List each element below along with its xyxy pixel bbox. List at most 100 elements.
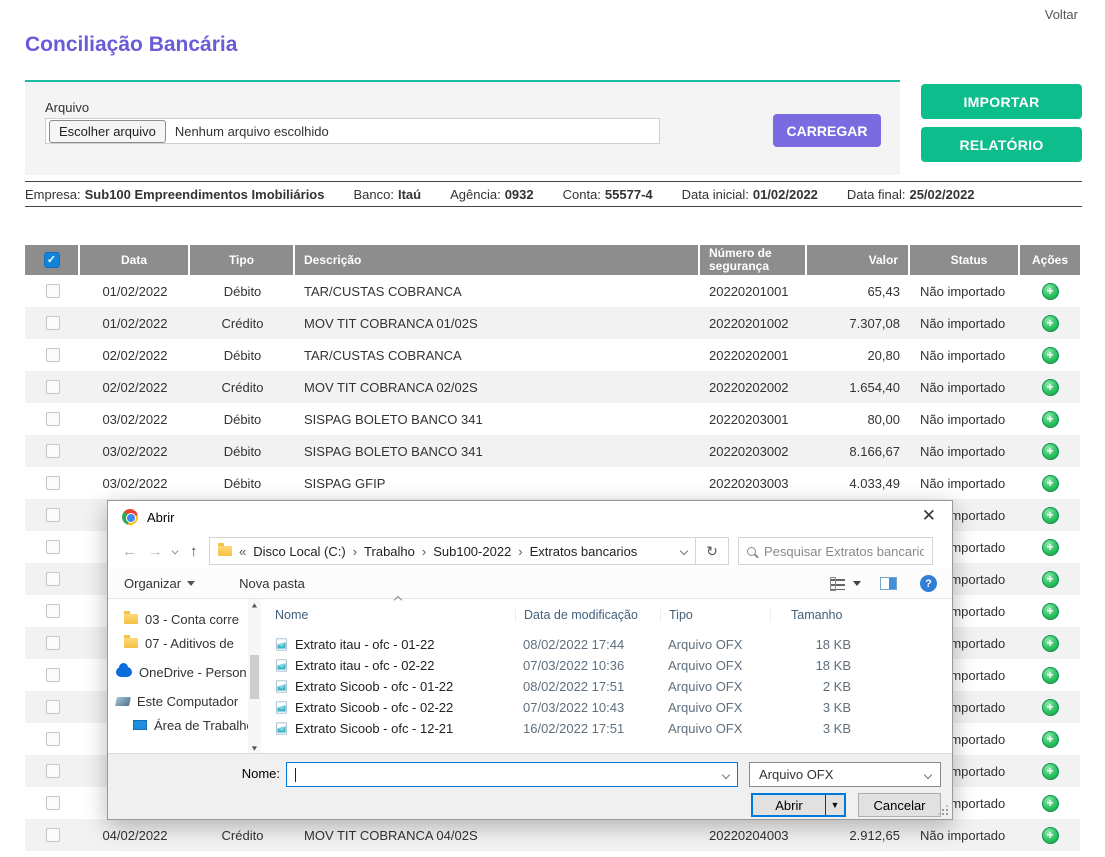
import-row-plus-icon[interactable] bbox=[1042, 603, 1059, 620]
breadcrumb-dropdown-chevron-icon[interactable] bbox=[680, 547, 688, 555]
row-checkbox[interactable] bbox=[46, 604, 60, 618]
back-link[interactable]: Voltar bbox=[1045, 7, 1078, 22]
import-row-plus-icon[interactable] bbox=[1042, 507, 1059, 524]
sidebar-item-onedrive[interactable]: OneDrive - Person bbox=[108, 660, 248, 684]
file-row[interactable]: Extrato Sicoob - ofc - 01-22 08/02/2022 … bbox=[275, 676, 952, 697]
import-row-plus-icon[interactable] bbox=[1042, 283, 1059, 300]
import-row-plus-icon[interactable] bbox=[1042, 379, 1059, 396]
relatorio-button[interactable]: RELATÓRIO bbox=[921, 127, 1082, 162]
search-icon bbox=[747, 547, 756, 556]
scrollbar-thumb[interactable] bbox=[250, 655, 259, 699]
cell-tipo: Débito bbox=[190, 275, 295, 307]
import-row-plus-icon[interactable] bbox=[1042, 571, 1059, 588]
ofx-file-icon bbox=[275, 638, 288, 651]
import-row-plus-icon[interactable] bbox=[1042, 411, 1059, 428]
row-checkbox[interactable] bbox=[46, 668, 60, 682]
sidebar-item-este-computador[interactable]: Este Computador bbox=[108, 689, 248, 713]
breadcrumb[interactable]: « Disco Local (C:) › Trabalho › Sub100-2… bbox=[209, 537, 696, 565]
help-icon[interactable]: ? bbox=[920, 575, 937, 592]
import-row-plus-icon[interactable] bbox=[1042, 539, 1059, 556]
select-all-checkbox[interactable]: ✓ bbox=[44, 252, 60, 268]
carregar-button[interactable]: CARREGAR bbox=[773, 114, 881, 147]
filename-input[interactable] bbox=[286, 762, 738, 787]
import-row-plus-icon[interactable] bbox=[1042, 795, 1059, 812]
refresh-button[interactable]: ↻ bbox=[696, 537, 729, 565]
breadcrumb-segment-disco-local[interactable]: Disco Local (C:) bbox=[253, 544, 345, 559]
row-checkbox[interactable] bbox=[46, 540, 60, 554]
row-checkbox[interactable] bbox=[46, 764, 60, 778]
import-row-plus-icon[interactable] bbox=[1042, 763, 1059, 780]
search-box[interactable] bbox=[738, 537, 933, 565]
import-row-plus-icon[interactable] bbox=[1042, 347, 1059, 364]
import-row-plus-icon[interactable] bbox=[1042, 443, 1059, 460]
row-checkbox[interactable] bbox=[46, 828, 60, 842]
file-column-tipo[interactable]: Tipo bbox=[660, 608, 770, 622]
row-checkbox[interactable] bbox=[46, 380, 60, 394]
filename-dropdown-chevron-icon[interactable] bbox=[722, 770, 730, 778]
file-column-data-modificacao[interactable]: Data de modificação bbox=[515, 608, 660, 622]
sidebar-item-03-conta-corrente[interactable]: 03 - Conta corre bbox=[108, 607, 248, 631]
row-checkbox[interactable] bbox=[46, 348, 60, 362]
row-checkbox[interactable] bbox=[46, 508, 60, 522]
search-input[interactable] bbox=[764, 544, 924, 559]
view-mode-icon[interactable] bbox=[831, 578, 845, 590]
row-checkbox[interactable] bbox=[46, 572, 60, 586]
file-row[interactable]: Extrato itau - ofc - 02-22 07/03/2022 10… bbox=[275, 655, 952, 676]
scroll-down-icon[interactable]: ▼ bbox=[250, 745, 259, 752]
sidebar-item-area-de-trabalho[interactable]: Área de Trabalho bbox=[108, 713, 248, 737]
import-row-plus-icon[interactable] bbox=[1042, 667, 1059, 684]
close-icon[interactable]: ✕ bbox=[922, 507, 936, 524]
importar-button[interactable]: IMPORTAR bbox=[921, 84, 1082, 119]
row-checkbox[interactable] bbox=[46, 636, 60, 650]
row-checkbox[interactable] bbox=[46, 444, 60, 458]
file-column-nome[interactable]: Nome bbox=[275, 608, 515, 622]
cancelar-button[interactable]: Cancelar bbox=[858, 793, 941, 817]
view-mode-dropdown-icon[interactable] bbox=[853, 581, 861, 586]
file-type-value: Arquivo OFX bbox=[759, 767, 833, 782]
resize-grip[interactable] bbox=[939, 806, 949, 816]
sidebar-item-label: Área de Trabalho bbox=[154, 718, 248, 733]
abrir-split-dropdown-icon[interactable]: ▼ bbox=[825, 795, 844, 815]
row-checkbox[interactable] bbox=[46, 700, 60, 714]
dialog-sidebar: 03 - Conta corre 07 - Aditivos de OneDri… bbox=[108, 599, 248, 755]
nav-history-chevron-icon[interactable] bbox=[172, 548, 179, 555]
breadcrumb-segment-sub100-2022[interactable]: Sub100-2022 bbox=[433, 544, 511, 559]
row-checkbox[interactable] bbox=[46, 316, 60, 330]
file-type-select[interactable]: Arquivo OFX bbox=[749, 762, 941, 787]
chrome-icon bbox=[122, 509, 138, 525]
file-row[interactable]: Extrato itau - ofc - 01-22 08/02/2022 17… bbox=[275, 634, 952, 655]
import-row-plus-icon[interactable] bbox=[1042, 475, 1059, 492]
breadcrumb-segment-trabalho[interactable]: Trabalho bbox=[364, 544, 415, 559]
row-checkbox[interactable] bbox=[46, 412, 60, 426]
file-column-tamanho[interactable]: Tamanho bbox=[770, 608, 865, 622]
sidebar-scrollbar[interactable]: ▲ ▼ bbox=[248, 599, 261, 755]
row-checkbox[interactable] bbox=[46, 796, 60, 810]
nova-pasta-button[interactable]: Nova pasta bbox=[239, 576, 305, 591]
scroll-up-icon[interactable]: ▲ bbox=[250, 602, 259, 609]
import-row-plus-icon[interactable] bbox=[1042, 699, 1059, 716]
nav-up-icon[interactable]: ↑ bbox=[190, 543, 198, 560]
account-info-item: Data inicial:01/02/2022 bbox=[682, 187, 818, 202]
cell-descricao: SISPAG GFIP bbox=[295, 467, 700, 499]
file-name: Extrato Sicoob - ofc - 02-22 bbox=[295, 700, 453, 715]
import-row-plus-icon[interactable] bbox=[1042, 827, 1059, 844]
preview-pane-icon[interactable] bbox=[880, 577, 897, 590]
row-checkbox[interactable] bbox=[46, 284, 60, 298]
import-row-plus-icon[interactable] bbox=[1042, 315, 1059, 332]
row-checkbox[interactable] bbox=[46, 476, 60, 490]
file-row[interactable]: Extrato Sicoob - ofc - 02-22 07/03/2022 … bbox=[275, 697, 952, 718]
choose-file-button[interactable]: Escolher arquivo bbox=[49, 120, 166, 143]
nav-forward-icon[interactable]: → bbox=[148, 543, 163, 560]
sidebar-item-07-aditivos[interactable]: 07 - Aditivos de bbox=[108, 631, 248, 655]
import-row-plus-icon[interactable] bbox=[1042, 731, 1059, 748]
file-row[interactable]: Extrato Sicoob - ofc - 12-21 16/02/2022 … bbox=[275, 718, 952, 739]
file-input[interactable]: Escolher arquivo Nenhum arquivo escolhid… bbox=[45, 118, 660, 144]
organizar-menu[interactable]: Organizar bbox=[124, 576, 195, 591]
cell-tipo: Débito bbox=[190, 435, 295, 467]
row-checkbox[interactable] bbox=[46, 732, 60, 746]
breadcrumb-segment-extratos-bancarios[interactable]: Extratos bancarios bbox=[530, 544, 638, 559]
abrir-button[interactable]: Abrir ▼ bbox=[751, 793, 846, 817]
info-value: 01/02/2022 bbox=[753, 187, 818, 202]
nav-back-icon[interactable]: ← bbox=[122, 543, 137, 560]
import-row-plus-icon[interactable] bbox=[1042, 635, 1059, 652]
